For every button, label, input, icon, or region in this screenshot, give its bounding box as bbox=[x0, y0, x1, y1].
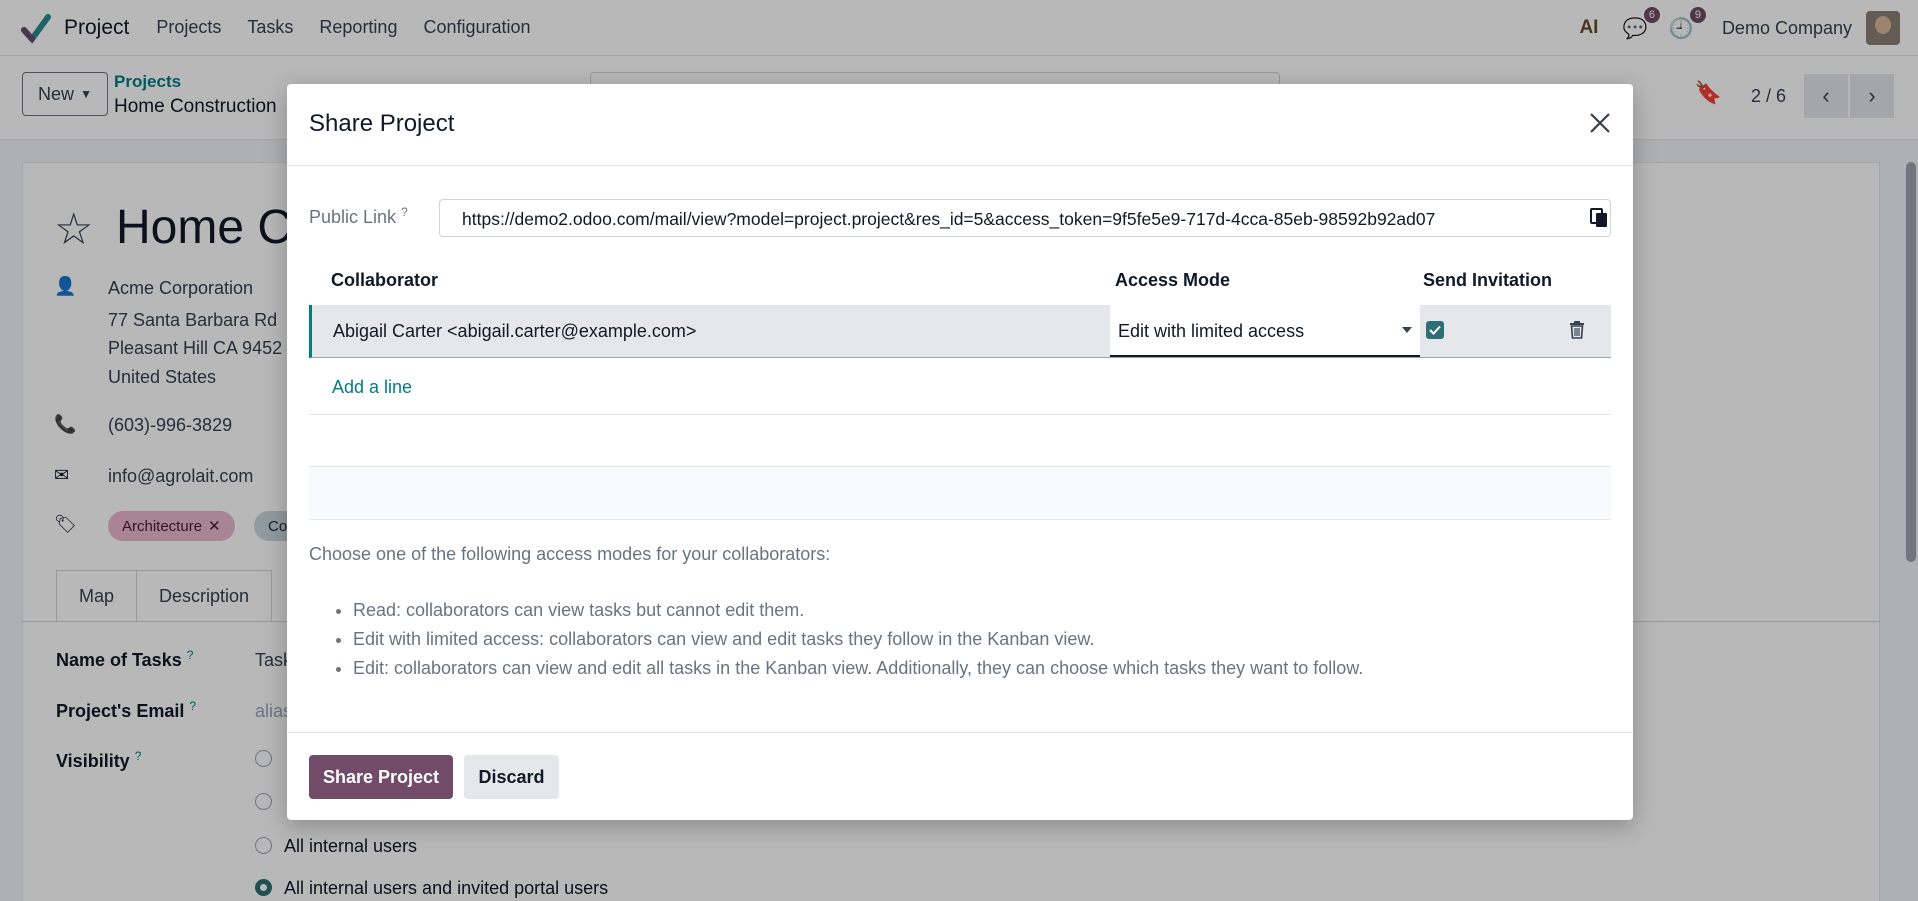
public-link-label-text: Public Link bbox=[309, 207, 397, 227]
access-mode-value[interactable]: Edit with limited access bbox=[1118, 321, 1304, 342]
dialog-title: Share Project bbox=[309, 110, 455, 137]
row-divider bbox=[309, 466, 1611, 467]
collaborator-value[interactable]: Abigail Carter <abigail.carter@example.c… bbox=[333, 321, 696, 342]
dialog-header: Share Project bbox=[287, 84, 1633, 166]
close-icon[interactable] bbox=[1585, 108, 1615, 138]
help-item-limited: Edit with limited access: collaborators … bbox=[353, 625, 1363, 654]
help-tooltip[interactable]: ? bbox=[401, 205, 408, 219]
trash-icon[interactable] bbox=[1569, 321, 1585, 339]
footer-divider bbox=[287, 732, 1633, 733]
caret-down-icon[interactable] bbox=[1402, 327, 1412, 333]
access-mode-help-list: Read: collaborators can view tasks but c… bbox=[353, 596, 1363, 683]
column-collaborator: Collaborator bbox=[331, 270, 439, 290]
public-link-label: Public Link ? bbox=[309, 205, 408, 228]
row-divider bbox=[309, 519, 1611, 520]
public-link-field[interactable]: https://demo2.odoo.com/mail/view?model=p… bbox=[439, 199, 1611, 237]
help-intro: Choose one of the following access modes… bbox=[309, 544, 831, 564]
help-item-edit: Edit: collaborators can view and edit al… bbox=[353, 654, 1363, 683]
send-invitation-checkbox[interactable] bbox=[1426, 321, 1444, 339]
copy-clipboard-icon[interactable] bbox=[1589, 207, 1609, 229]
row-divider bbox=[309, 414, 1611, 415]
column-access-mode: Access Mode bbox=[1115, 270, 1231, 290]
share-project-dialog: Share Project Public Link ? https://demo… bbox=[287, 84, 1633, 820]
access-mode-select[interactable]: Edit with limited access bbox=[1110, 305, 1420, 357]
add-a-line-link[interactable]: Add a line bbox=[332, 377, 412, 398]
collaborator-row[interactable]: Abigail Carter <abigail.carter@example.c… bbox=[309, 305, 1611, 358]
help-item-read: Read: collaborators can view tasks but c… bbox=[353, 596, 1363, 625]
discard-button[interactable]: Discard bbox=[464, 755, 559, 799]
share-project-button[interactable]: Share Project bbox=[309, 755, 453, 799]
column-send-invitation: Send Invitation bbox=[1423, 270, 1553, 290]
checkmark-icon bbox=[1429, 325, 1441, 335]
empty-row bbox=[309, 467, 1611, 519]
